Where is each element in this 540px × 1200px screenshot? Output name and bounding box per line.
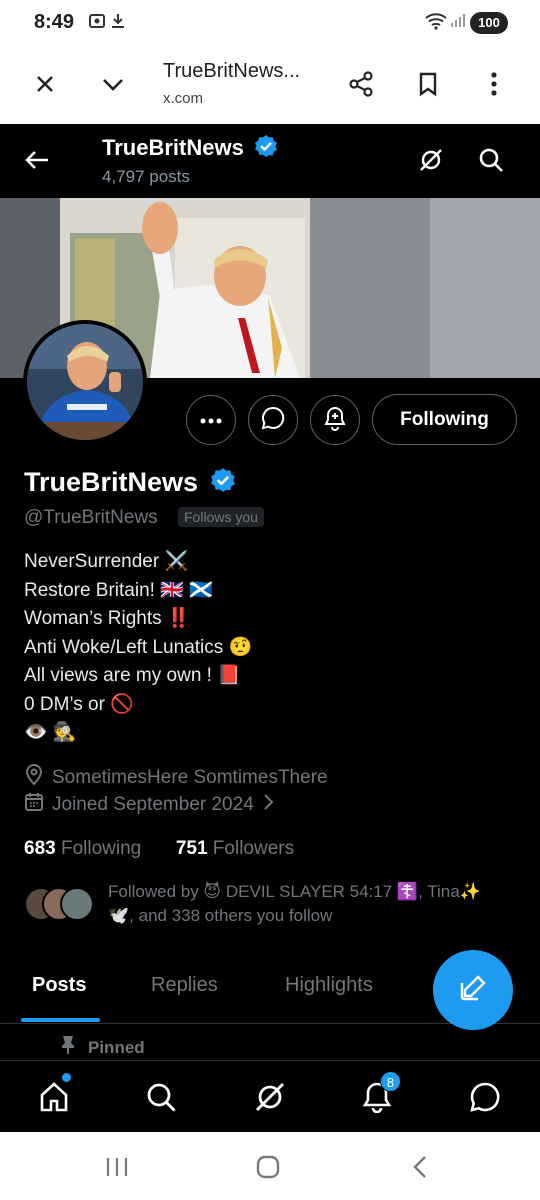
followed-by-line: Followed by 😈 DEVIL SLAYER 54:17 ☦️, Tin… <box>108 882 481 901</box>
grok-icon[interactable] <box>411 140 451 180</box>
following-button[interactable]: Following <box>372 394 517 445</box>
search-icon[interactable] <box>141 1077 181 1117</box>
profile-header-bar: TrueBritNews 4,797 posts <box>0 124 540 198</box>
followers-count: 751 <box>175 838 208 859</box>
download-icon <box>110 12 126 35</box>
calendar-icon <box>24 792 44 818</box>
bottom-navigation: 8 <box>0 1060 540 1132</box>
profile-location: SometimesHere SomtimesThere <box>24 763 328 792</box>
tab-replies[interactable]: Replies <box>151 974 218 997</box>
bio-line: 0 DM’s or 🚫 <box>24 693 134 715</box>
following-count: 683 <box>24 838 56 859</box>
follows-you-badge: Follows you <box>178 507 264 527</box>
post-count: 4,797 posts <box>102 167 190 186</box>
add-notification-icon <box>322 405 348 436</box>
follow-counts: 683 Following 751 Followers <box>24 838 294 860</box>
following-label: Following <box>60 838 142 859</box>
back-arrow-icon[interactable] <box>17 140 57 180</box>
status-time: 8:49 <box>34 11 75 33</box>
wifi-icon <box>424 12 448 35</box>
compose-button[interactable] <box>433 950 513 1030</box>
active-tab-indicator <box>21 1018 100 1022</box>
home-icon[interactable] <box>34 1077 74 1117</box>
followers-label: Followers <box>212 838 295 859</box>
avatar[interactable] <box>23 320 147 444</box>
message-icon[interactable] <box>465 1077 505 1117</box>
status-bar: 8:49 100 <box>0 0 540 46</box>
followed-by-text[interactable]: Followed by 😈 DEVIL SLAYER 54:17 ☦️, Tin… <box>108 880 518 928</box>
pin-icon <box>60 1035 76 1060</box>
recent-apps-icon[interactable] <box>104 1156 130 1183</box>
message-button[interactable] <box>248 395 298 445</box>
avatar <box>60 887 94 921</box>
bio-line: 👁️ 🕵️ <box>24 722 77 743</box>
chevron-down-icon[interactable] <box>95 66 131 102</box>
following-count-link[interactable]: 683 Following <box>24 838 141 859</box>
more-horizontal-icon <box>200 411 222 429</box>
more-vert-icon[interactable] <box>476 66 512 102</box>
screenshot-icon <box>88 12 106 35</box>
page-domain: x.com <box>163 90 204 107</box>
grok-icon[interactable] <box>250 1077 290 1117</box>
bio-line: All views are my own ! 📕 <box>24 665 241 686</box>
followers-count-link[interactable]: 751 Followers <box>176 838 294 859</box>
header-name: TrueBritNews <box>102 134 278 164</box>
pinned-text: Pinned <box>88 1037 145 1057</box>
battery-indicator: 100 <box>470 12 508 34</box>
system-back-icon[interactable] <box>410 1154 430 1185</box>
browser-toolbar: TrueBritNews... x.com <box>0 46 540 124</box>
message-icon <box>261 406 285 435</box>
profile-name: TrueBritNews <box>24 467 236 500</box>
bio-line: Anti Woke/Left Lunatics 🤨 <box>24 636 253 658</box>
chevron-right-icon <box>262 793 274 817</box>
verified-badge-icon <box>254 134 278 164</box>
bookmark-icon[interactable] <box>410 66 446 102</box>
close-icon[interactable] <box>27 66 63 102</box>
verified-badge-icon <box>210 467 236 500</box>
joined-text: Joined September 2024 <box>52 794 254 815</box>
location-icon <box>24 763 44 792</box>
page-title: TrueBritNews... <box>163 60 301 82</box>
profile-joined[interactable]: Joined September 2024 <box>24 792 274 818</box>
tab-posts[interactable]: Posts <box>32 974 86 997</box>
system-navigation-bar <box>0 1132 540 1200</box>
tab-highlights[interactable]: Highlights <box>285 974 373 997</box>
share-icon[interactable] <box>343 66 379 102</box>
pinned-label: Pinned <box>60 1035 145 1060</box>
profile-bio: NeverSurrender ⚔️ Restore Britain! 🇬🇧 🏴󠁧… <box>24 548 252 748</box>
bio-line: Restore Britain! 🇬🇧 🏴󠁧󠁢󠁳󠁣󠁴󠁿 <box>24 579 213 601</box>
signal-icon <box>450 12 466 33</box>
followed-by-avatars <box>24 887 94 921</box>
followed-by-line: 🕊️, and 338 others you follow <box>108 906 333 925</box>
search-icon[interactable] <box>471 140 511 180</box>
location-text: SometimesHere SomtimesThere <box>52 767 328 788</box>
bio-line: Woman’s Rights ‼️ <box>24 608 191 629</box>
profile-handle: @TrueBritNews <box>24 507 158 528</box>
more-options-button[interactable] <box>186 395 236 445</box>
subscribe-notifications-button[interactable] <box>310 395 360 445</box>
bio-line: NeverSurrender ⚔️ <box>24 551 189 572</box>
compose-icon <box>458 973 488 1008</box>
home-unread-dot <box>62 1073 71 1082</box>
home-button-icon[interactable] <box>255 1154 281 1185</box>
notifications-badge: 8 <box>380 1071 401 1092</box>
